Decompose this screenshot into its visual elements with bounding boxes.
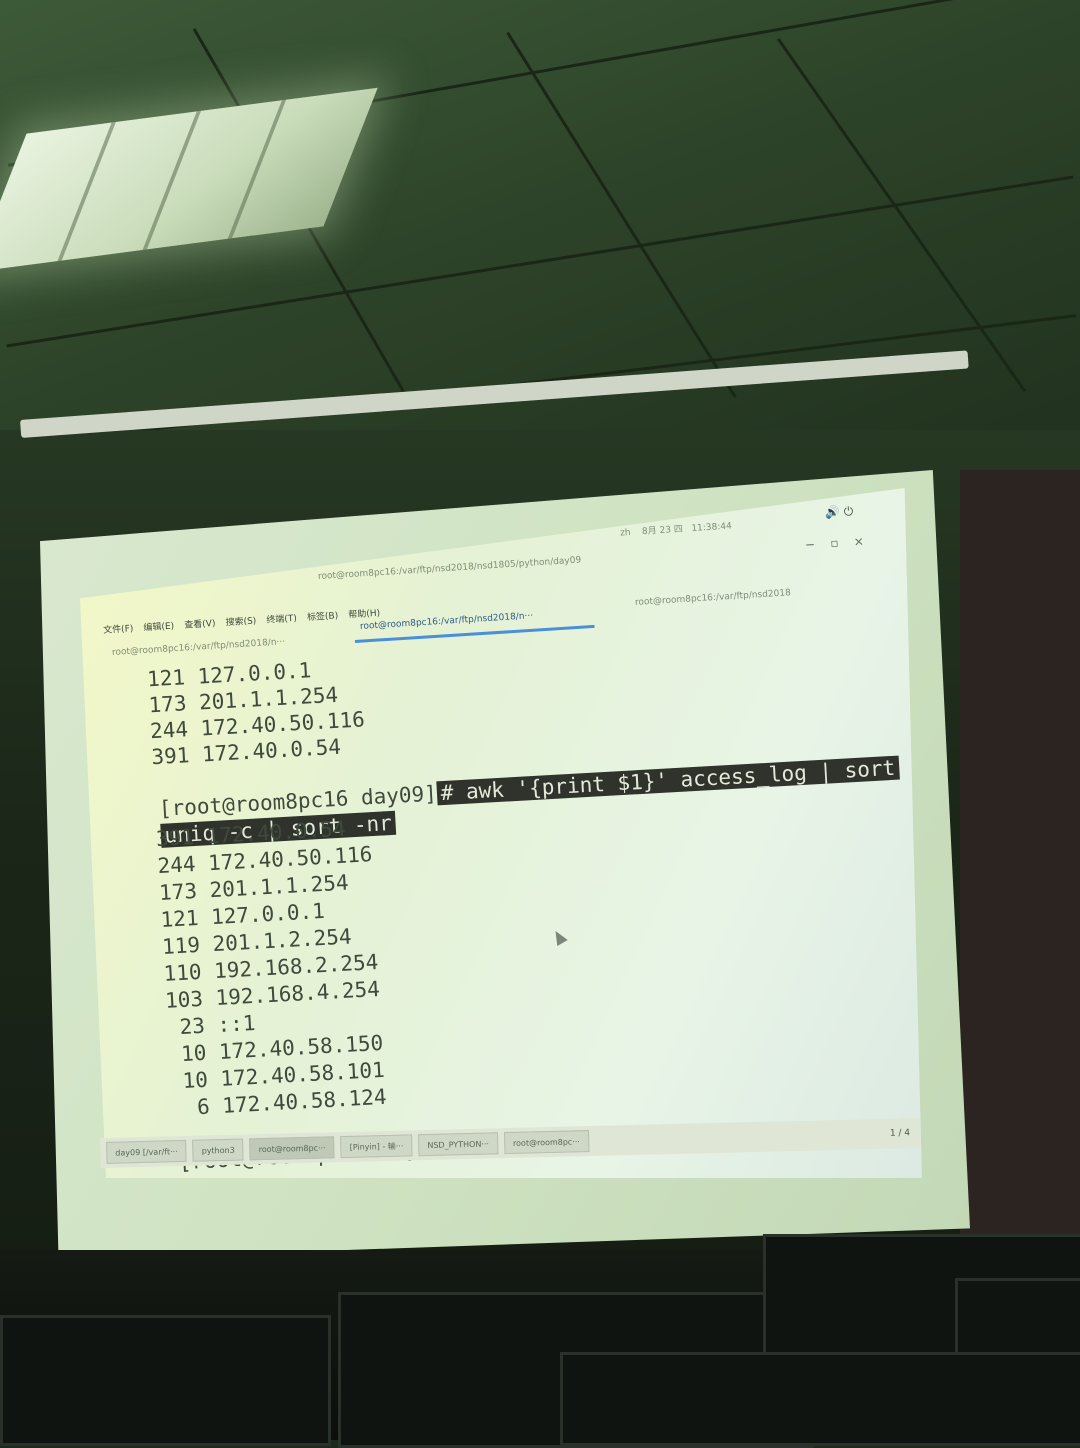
close-icon[interactable]: × — [853, 534, 864, 549]
command-part-1: # awk '{print $1}' access_log | sort — [436, 755, 900, 806]
menu-tabs[interactable]: 标签(B) — [307, 611, 339, 623]
menu-terminal[interactable]: 终端(T) — [266, 614, 297, 626]
taskbar-item[interactable]: root@room8pc··· — [503, 1130, 590, 1155]
taskbar-item[interactable]: root@room8pc··· — [249, 1136, 335, 1161]
menu-view[interactable]: 查看(V) — [184, 619, 216, 631]
workspace-indicator[interactable]: 1 / 4 — [890, 1128, 910, 1138]
result-row: 23 ::1 — [178, 1010, 257, 1040]
terminal-output[interactable]: 121 127.0.0.1 173 201.1.1.254 244 172.40… — [100, 614, 947, 1174]
menu-edit[interactable]: 编辑(E) — [143, 622, 174, 634]
minimize-icon[interactable]: − — [805, 537, 816, 552]
foreground-monitor — [560, 1352, 1080, 1446]
taskbar-item[interactable]: [Pinyin] - 输··· — [340, 1134, 413, 1159]
input-method[interactable]: zh — [620, 528, 631, 539]
power-icon[interactable]: ⏻ — [843, 504, 853, 519]
foreground-monitor — [0, 1315, 331, 1446]
wall-panel — [960, 470, 1080, 1270]
taskbar-item[interactable]: day09 [/var/ft··· — [106, 1139, 187, 1164]
menu-help[interactable]: 帮助(H) — [348, 609, 380, 621]
taskbar-item[interactable]: python3 — [192, 1138, 244, 1162]
volume-icon[interactable]: 🔊 — [825, 505, 841, 520]
taskbar-item[interactable]: NSD_PYTHON··· — [418, 1132, 499, 1157]
menu-file[interactable]: 文件(F) — [103, 624, 134, 636]
ceiling-light — [0, 87, 378, 273]
menu-search[interactable]: 搜索(S) — [225, 616, 256, 628]
maximize-icon[interactable]: ▫ — [830, 536, 839, 550]
